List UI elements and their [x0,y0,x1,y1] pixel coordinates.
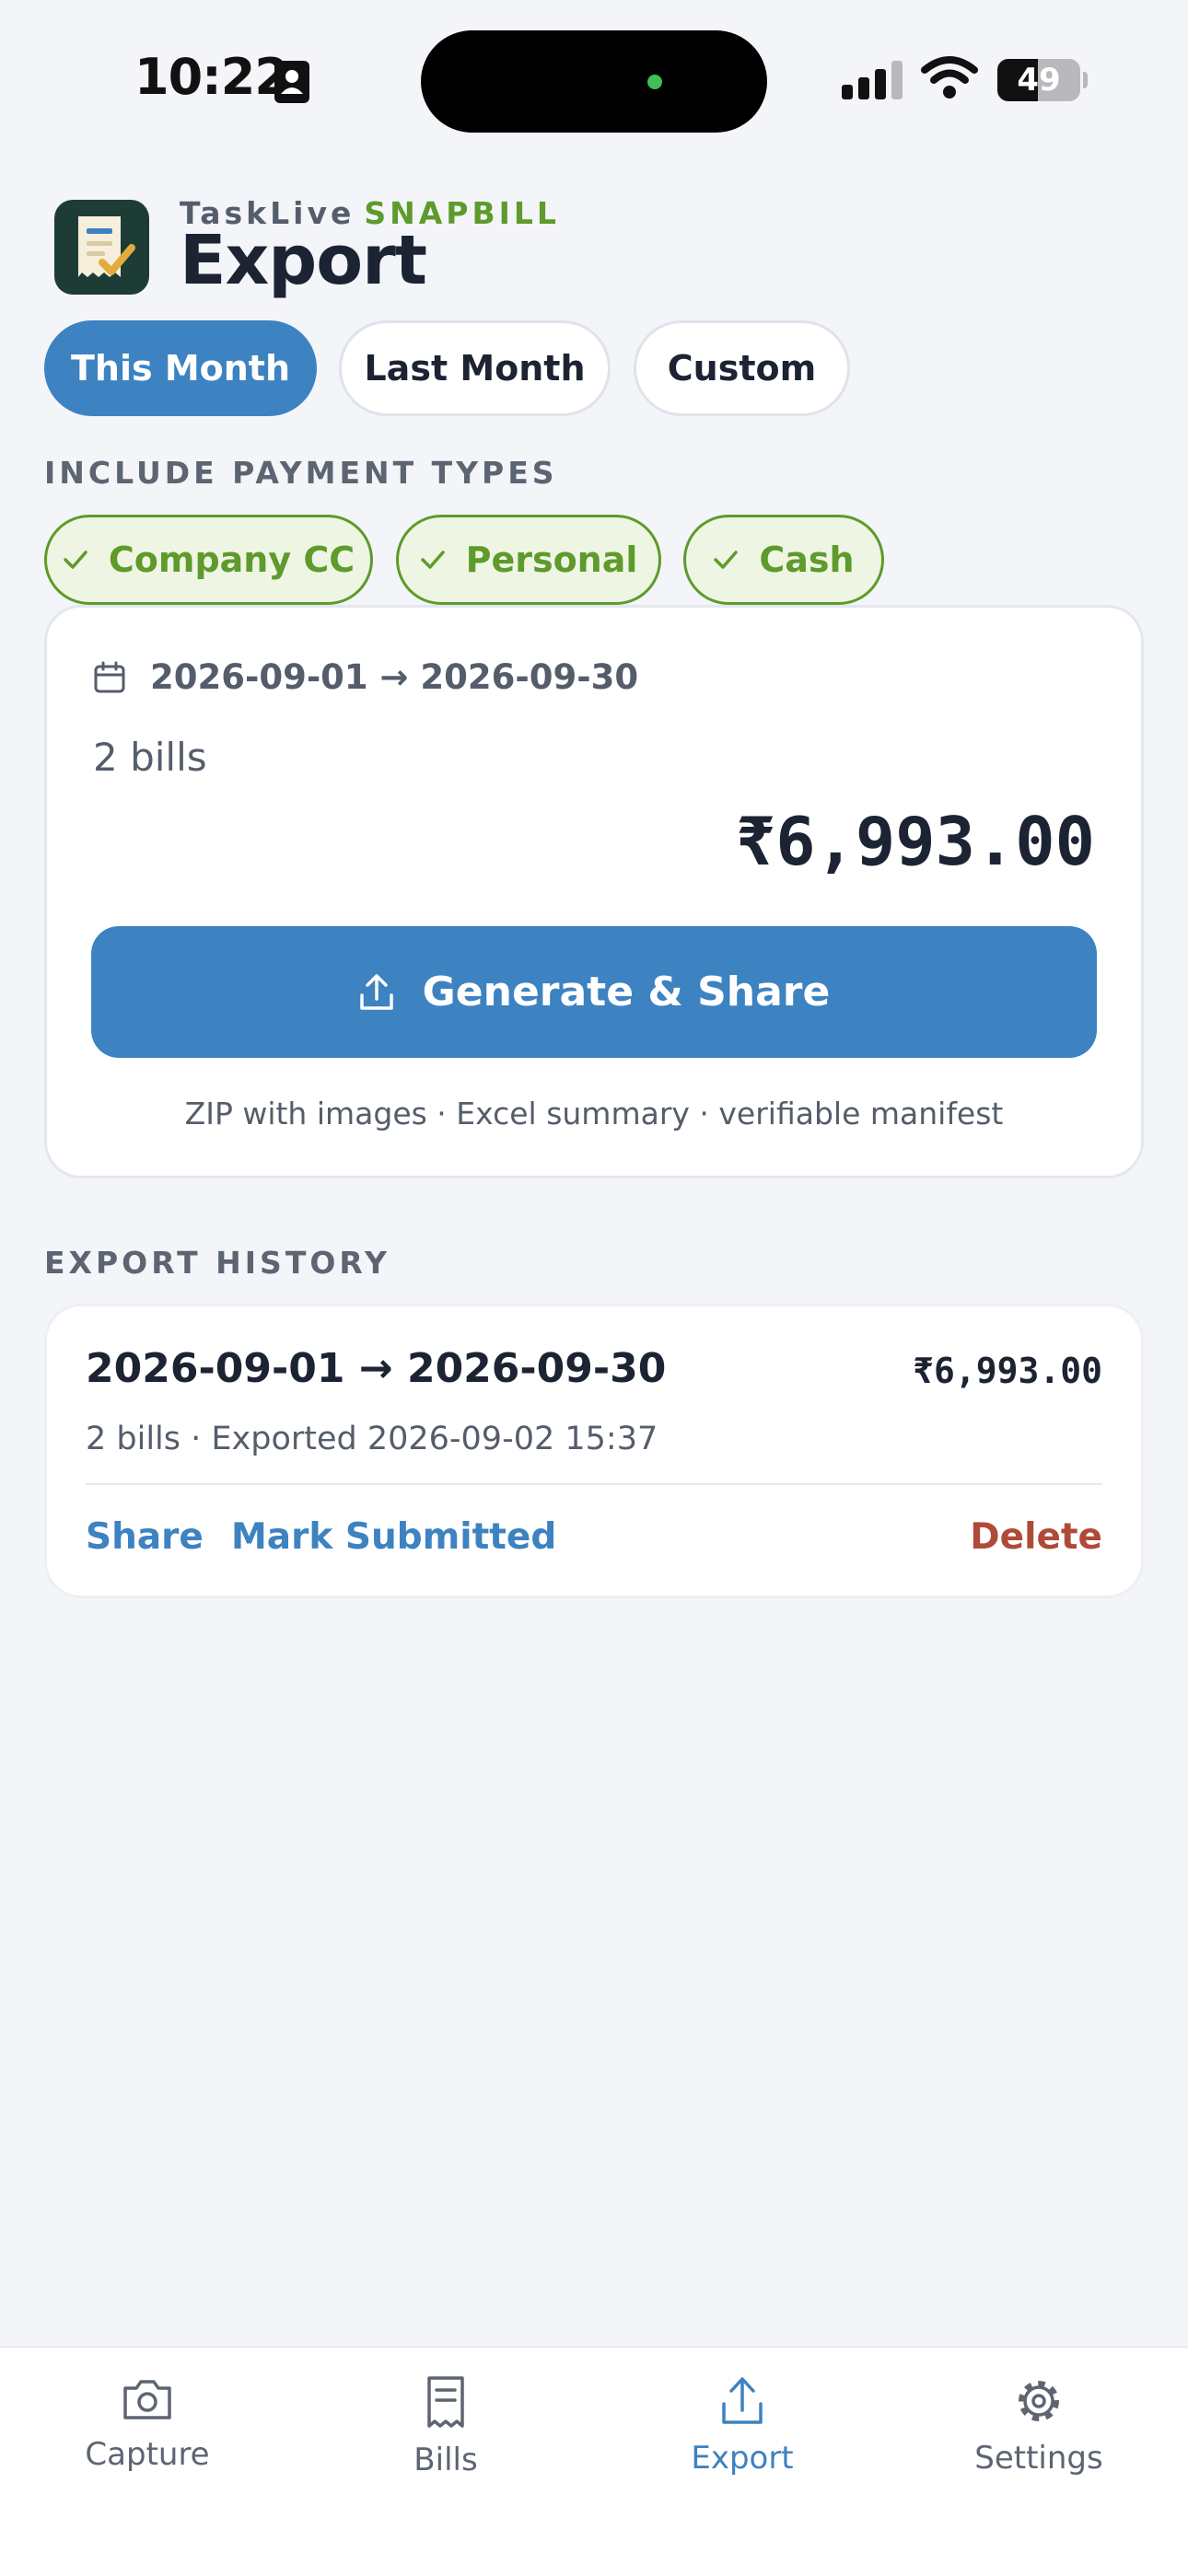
dynamic-island [421,30,767,133]
export-summary-card: 2026-09-01 → 2026-09-30 2 bills ₹6,993.0… [44,605,1144,1178]
tab-custom[interactable]: Custom [634,320,850,416]
battery-tip [1083,72,1088,88]
history-amount: ₹6,993.00 [913,1351,1102,1391]
generate-share-label: Generate & Share [422,969,831,1015]
bill-count: 2 bills [93,735,207,780]
chip-label: Company CC [108,540,355,580]
export-history-label: EXPORT HISTORY [44,1245,390,1281]
app-logo [54,200,149,295]
camera-icon [123,2380,171,2419]
date-range: 2026-09-01 → 2026-09-30 [150,657,639,697]
cellular-signal-icon [842,61,906,101]
nav-label: Settings [974,2440,1103,2477]
tab-last-month[interactable]: Last Month [339,320,611,416]
nav-label: Capture [85,2436,210,2473]
share-upload-icon [359,973,393,1010]
receipt-icon [427,2376,464,2428]
nav-bills[interactable]: Bills [335,2375,556,2504]
date-range-row: 2026-09-01 → 2026-09-30 [93,657,638,697]
calendar-icon [94,661,125,692]
tab-this-month[interactable]: This Month [44,320,317,416]
total-amount: ₹6,993.00 [735,803,1095,880]
bottom-tab-bar: Capture Bills Export Settings [0,2346,1188,2576]
history-entry: 2026-09-01 → 2026-09-30 ₹6,993.00 2 bill… [44,1304,1144,1598]
history-meta: 2 bills · Exported 2026-09-02 15:37 [86,1421,658,1457]
person-badge-icon [274,61,309,103]
nav-capture[interactable]: Capture [37,2375,258,2504]
history-date-range: 2026-09-01 → 2026-09-30 [86,1345,667,1392]
gear-icon [1019,2381,1059,2421]
payment-types-label: INCLUDE PAYMENT TYPES [44,455,558,491]
divider [86,1483,1102,1485]
upload-icon [722,2377,763,2424]
camera-indicator-dot [647,75,662,89]
check-icon [714,551,739,569]
nav-label: Export [691,2440,794,2477]
generate-share-button[interactable]: Generate & Share [91,926,1097,1058]
nav-export[interactable]: Export [632,2375,853,2504]
page-title: Export [180,221,427,300]
status-time: 10:22 [134,48,289,106]
chip-label: Cash [759,540,855,580]
check-icon [64,551,87,569]
delete-link[interactable]: Delete [970,1516,1102,1558]
chip-label: Personal [465,540,638,580]
chip-company-cc[interactable]: Company CC [44,515,373,605]
export-format-note: ZIP with images · Excel summary · verifi… [184,1096,1004,1131]
status-bar: 10:22 49 [0,0,1188,138]
check-icon [420,551,445,569]
nav-settings[interactable]: Settings [928,2375,1149,2504]
nav-label: Bills [413,2442,478,2478]
wifi-icon [921,55,978,99]
battery-icon: 49 [997,59,1080,101]
history-share-link[interactable]: Share [86,1516,204,1558]
chip-cash[interactable]: Cash [683,515,884,605]
battery-percent: 49 [1017,62,1061,99]
mark-submitted-link[interactable]: Mark Submitted [231,1516,556,1558]
chip-personal[interactable]: Personal [396,515,661,605]
